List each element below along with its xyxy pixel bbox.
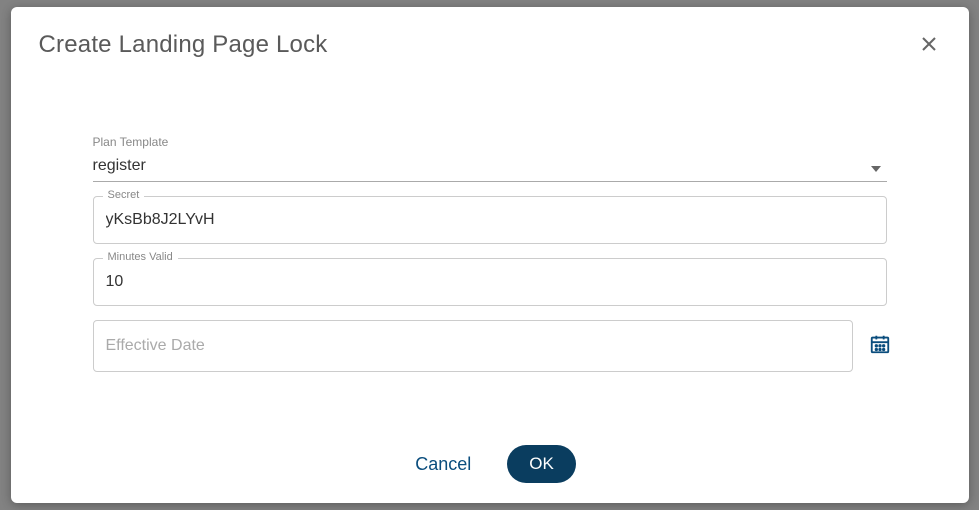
dialog-title: Create Landing Page Lock [39, 31, 328, 59]
dialog-header: Create Landing Page Lock [11, 7, 969, 67]
minutes-valid-field: Minutes Valid [93, 258, 887, 306]
dialog-footer: Cancel OK [11, 445, 969, 483]
secret-input[interactable] [93, 196, 887, 244]
minutes-valid-label: Minutes Valid [103, 251, 178, 263]
close-icon [921, 36, 937, 56]
form-body: Plan Template register Secret Minutes Va… [11, 67, 969, 406]
calendar-button[interactable] [869, 333, 891, 360]
plan-template-select-wrap: register [93, 153, 887, 182]
secret-label: Secret [103, 189, 145, 201]
plan-template-field: Plan Template register [93, 135, 887, 182]
effective-date-row [93, 320, 887, 372]
ok-button[interactable]: OK [507, 445, 576, 483]
close-button[interactable] [917, 32, 941, 59]
minutes-valid-input[interactable] [93, 258, 887, 306]
create-landing-page-lock-dialog: Create Landing Page Lock Plan Template r… [11, 7, 969, 503]
calendar-icon [869, 333, 891, 360]
secret-field: Secret [93, 196, 887, 244]
cancel-button[interactable]: Cancel [403, 446, 483, 483]
plan-template-select[interactable]: register [93, 153, 887, 182]
effective-date-input[interactable] [93, 320, 853, 372]
plan-template-label: Plan Template [93, 135, 887, 149]
effective-date-field [93, 320, 853, 372]
